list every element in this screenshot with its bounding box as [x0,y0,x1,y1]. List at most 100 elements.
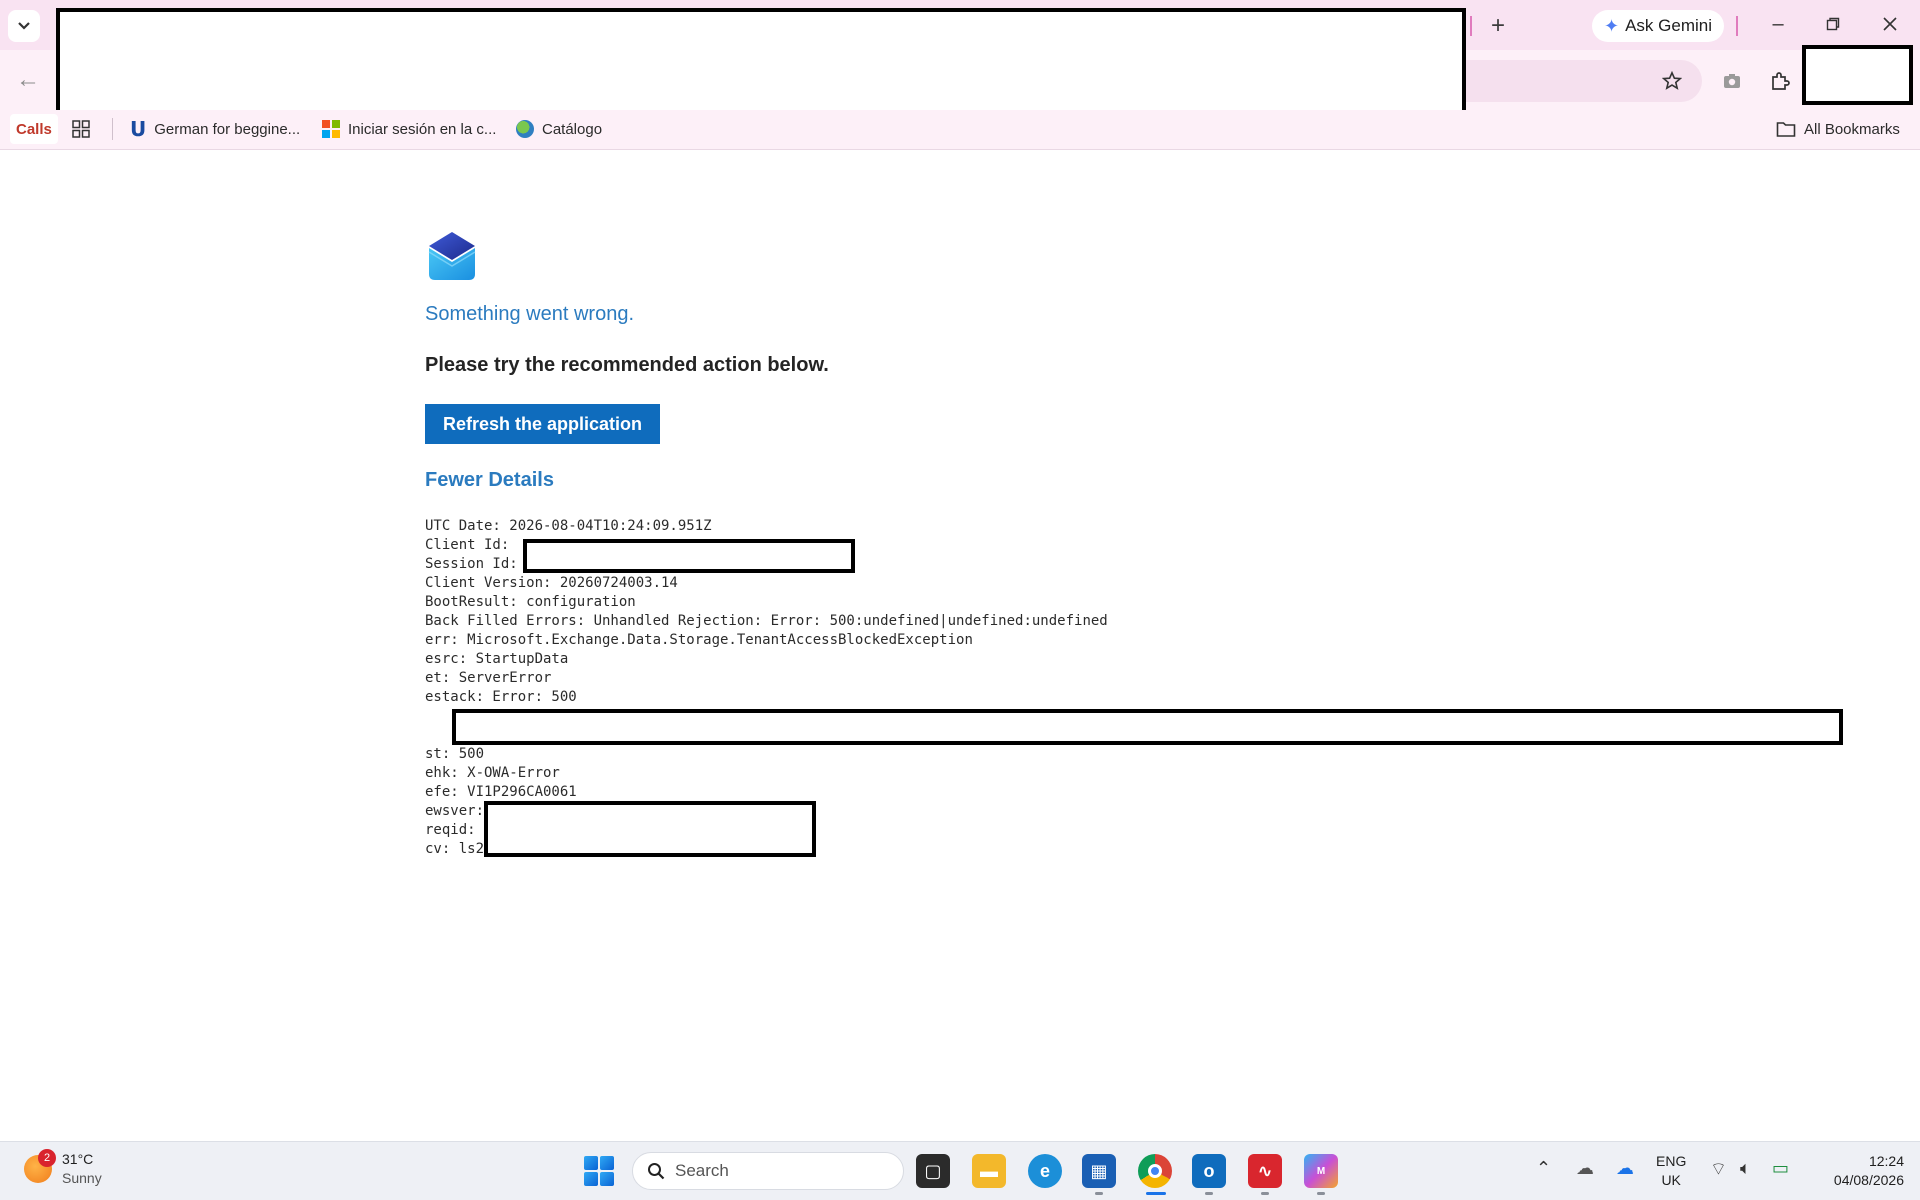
tab-search-button[interactable] [8,10,40,42]
detail-efe: efe: VI1P296CA0061 [425,784,577,800]
new-tab-button[interactable]: + [1480,8,1516,44]
chrome-app[interactable] [1138,1154,1172,1188]
store-app[interactable]: ▦ [1082,1154,1116,1188]
show-hidden-icons-button[interactable]: ⌃ [1536,1158,1551,1179]
bookmark-calls[interactable]: Calls [10,114,58,144]
battery-tray[interactable]: ▭ [1772,1158,1789,1179]
arrow-left-icon: ← [16,66,40,93]
plus-icon: + [1490,12,1505,39]
cloud-sync-tray[interactable]: ☁ [1576,1158,1594,1179]
back-button[interactable]: ← [10,62,46,98]
puzzle-icon [1772,72,1790,90]
chevron-down-icon [18,22,30,30]
bookmark-german-label: German for beggine... [154,120,301,138]
start-button[interactable] [584,1156,614,1186]
search-placeholder: Search [675,1161,729,1180]
bookmark-catalogo[interactable]: Catálogo [516,114,602,144]
windows-logo-icon [584,1172,598,1186]
running-indicator [1317,1192,1325,1195]
volume-tray[interactable]: 🔈︎ [1740,1158,1751,1179]
clock-time: 12:24 [1868,1153,1904,1169]
redacted-stack-line [452,709,1843,745]
weather-widget[interactable]: 2 31°C Sunny [24,1149,102,1188]
camera-icon [1724,74,1740,88]
detail-estack: estack: Error: 500 [425,689,577,705]
cloud-icon: ☁ [1576,1158,1594,1178]
file-explorer-app[interactable]: ▬ [972,1154,1006,1188]
minimize-icon: – [1772,12,1784,35]
all-bookmarks-button[interactable]: All Bookmarks [1776,114,1900,144]
restore-icon [1826,17,1840,31]
ask-gemini-button[interactable]: ✦ Ask Gemini [1592,10,1725,42]
detail-esrc: esrc: StartupData [425,651,569,667]
store-icon: ▦ [1090,1160,1108,1181]
refresh-application-button[interactable]: Refresh the application [425,404,660,444]
screenshot-button[interactable] [1714,63,1750,99]
detail-st: st: 500 [425,746,485,762]
bookmark-iniciar-label: Iniciar sesión en la c... [348,120,497,138]
weather-badge: 2 [38,1149,56,1167]
close-window-button[interactable] [1868,6,1912,42]
chevron-up-icon: ⌃ [1536,1158,1552,1178]
windows-logo-icon [600,1156,614,1170]
edge-icon: e [1039,1160,1050,1181]
taskbar-search[interactable]: Search [632,1152,904,1190]
detail-et: et: ServerError [425,670,552,686]
weather-temperature: 31°C [62,1151,94,1167]
m365-icon: M [1316,1165,1326,1177]
detail-boot-result: BootResult: configuration [425,594,636,610]
tab-separator [1470,16,1472,36]
error-title: Something went wrong. [425,303,635,325]
wifi-icon: ⌔ [1710,1159,1727,1179]
ask-gemini-label: Ask Gemini [1625,16,1713,35]
windows-logo-icon [600,1172,614,1186]
wifi-tray[interactable]: ⌔ [1710,1158,1727,1181]
running-indicator [1205,1192,1213,1195]
tab-separator [1736,16,1738,36]
redacted-tabs-and-url [56,8,1466,114]
gemini-sparkle-icon: ✦ [1604,15,1620,36]
microsoft-logo-icon [322,120,340,138]
task-view-app[interactable]: ▢ [916,1154,950,1188]
chrome-icon [1148,1164,1162,1178]
language-indicator[interactable]: ENG UK [1656,1152,1686,1190]
bookmark-divider [112,118,113,140]
outlook-icon: o [1203,1160,1215,1181]
detail-utc-date: UTC Date: 2026-08-04T10:24:09.951Z [425,518,712,534]
edge-app[interactable]: e [1028,1154,1062,1188]
folder-icon [1776,122,1796,137]
running-indicator [1261,1192,1269,1195]
task-view-icon: ▢ [924,1160,942,1181]
restore-button[interactable] [1811,6,1855,42]
taskbar: 2 31°C Sunny Search ▢ ▬ e ▦ o ∿ M ⌃ ☁ ☁ [0,1141,1920,1200]
bookmark-iniciar-sesion[interactable]: Iniciar sesión en la c... [322,114,496,144]
screen: + ✦ Ask Gemini – ← Calls U German for be… [0,0,1920,1200]
bookmark-calls-label: Calls [16,120,52,138]
m365-copilot-app[interactable]: M [1304,1154,1338,1188]
apps-shortcut-button[interactable] [72,114,90,144]
outlook-app[interactable]: o [1192,1154,1226,1188]
fewer-details-link[interactable]: Fewer Details [425,469,554,492]
language-region: UK [1661,1172,1681,1188]
running-indicator [1095,1192,1103,1195]
weather-text: 31°C Sunny [62,1150,102,1188]
extensions-button[interactable] [1762,63,1798,99]
globe-icon [516,120,534,138]
all-bookmarks-label: All Bookmarks [1804,120,1900,138]
windows-logo-icon [584,1156,598,1170]
minimize-button[interactable]: – [1756,6,1800,42]
redacted-request-ids [484,801,816,857]
battery-icon: ▭ [1772,1158,1790,1178]
outlook-app-logo-icon [428,232,476,280]
clock-date: 04/08/2026 [1833,1172,1904,1188]
acrobat-app[interactable]: ∿ [1248,1154,1282,1188]
folder-icon: ▬ [980,1160,998,1181]
bookmark-german[interactable]: U German for beggine... [130,114,300,144]
detail-back-filled-errors: Back Filled Errors: Unhandled Rejection:… [425,613,1108,629]
apps-grid-icon [72,120,90,138]
search-icon [648,1163,665,1180]
bookmark-star-button[interactable] [1654,63,1690,99]
detail-client-version: Client Version: 20260724003.14 [425,575,678,591]
clock[interactable]: 12:24 04/08/2026 [1812,1152,1904,1190]
onedrive-tray[interactable]: ☁ [1616,1158,1634,1179]
